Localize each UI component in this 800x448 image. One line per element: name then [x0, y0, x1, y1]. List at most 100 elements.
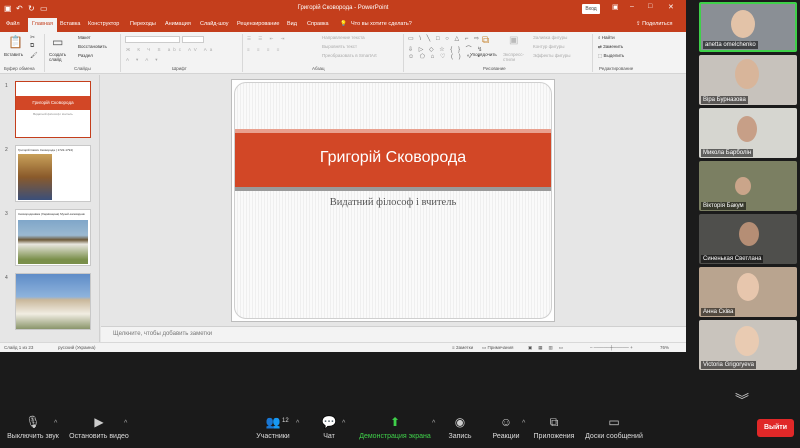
participants-button[interactable]: 👥 Участники: [248, 414, 298, 440]
participant-tile[interactable]: Віра Бурназова: [699, 55, 797, 105]
thumb-number: 2: [5, 147, 8, 153]
tab-transitions[interactable]: Переходы: [130, 21, 156, 27]
whiteboard-button[interactable]: ▭ Доски сообщений: [582, 414, 646, 440]
shape-effects-button[interactable]: Эффекты фигуры: [533, 53, 571, 58]
participant-tile[interactable]: Вікторія Бакум: [699, 161, 797, 211]
current-slide[interactable]: Григорій Сковорода Видатний філософ і вч…: [231, 79, 555, 322]
stop-video-button[interactable]: ▶ Остановить видео: [66, 414, 132, 440]
quick-styles-button[interactable]: Экспресс-стили: [503, 52, 527, 62]
language-indicator[interactable]: русский (Украина): [58, 345, 96, 350]
maximize-icon[interactable]: □: [648, 3, 652, 10]
participants-options-chevron-icon[interactable]: ^: [296, 420, 299, 427]
shape-fill-button[interactable]: Заливка фигуры: [533, 35, 567, 40]
participant-name: Віра Бурназова: [701, 96, 748, 104]
quick-styles-icon[interactable]: ▣: [509, 35, 518, 46]
mute-options-chevron-icon[interactable]: ^: [54, 420, 57, 427]
format-painter-icon[interactable]: 🖌: [30, 52, 38, 59]
list-buttons[interactable]: ☰ ☰ ⇤ ⇥: [247, 36, 287, 42]
share-screen-button[interactable]: ⬆ Демонстрация экрана: [354, 414, 436, 440]
chat-options-chevron-icon[interactable]: ^: [342, 420, 345, 427]
reactions-button[interactable]: ☺ Реакции: [488, 414, 524, 440]
arrange-icon[interactable]: ⧉: [482, 35, 489, 46]
slide-thumbnail-2[interactable]: Григорій Савич Сковорода ( 1722-1794): [15, 145, 91, 202]
slide-title[interactable]: Григорій Сковорода: [235, 149, 551, 167]
copy-icon[interactable]: ⧉: [30, 43, 34, 50]
ribbon-display-icon[interactable]: ▣: [612, 3, 619, 11]
arrange-button[interactable]: Упорядочить: [470, 52, 497, 57]
close-icon[interactable]: ✕: [668, 3, 674, 11]
align-text-button[interactable]: Выровнять текст: [322, 44, 357, 49]
select-button[interactable]: ⬚ Выделить: [598, 53, 624, 59]
shapes-gallery[interactable]: ▭ \ ╲ □ ○ △ ⌐ ⇨: [408, 35, 481, 42]
share-button[interactable]: ⇪ Поделиться: [636, 21, 673, 27]
slide-thumbnails-pane: 1 Григорій Сковорода Видатний філософ і …: [0, 75, 100, 342]
replace-button[interactable]: ⇄ Заменить: [598, 44, 623, 50]
tab-animations[interactable]: Анимация: [165, 21, 191, 27]
lightbulb-icon: 💡: [340, 21, 347, 27]
font-size-box[interactable]: [182, 36, 204, 43]
participant-tile[interactable]: Victoria Grigoryeva: [699, 320, 797, 370]
reactions-icon: ☺: [499, 415, 513, 429]
notes-pane[interactable]: Щелкните, чтобы добавить заметки: [101, 326, 686, 342]
apps-button[interactable]: ⧉ Приложения: [530, 414, 578, 440]
find-button[interactable]: ⌕ Найти: [598, 35, 615, 40]
record-button[interactable]: ◉ Запись: [444, 414, 476, 440]
mute-label: Выключить звук: [7, 433, 59, 440]
share-options-chevron-icon[interactable]: ^: [432, 420, 435, 427]
new-slide-icon[interactable]: ▭: [52, 35, 63, 49]
participant-name: anetta omelchenko: [703, 41, 758, 49]
gallery-next-chevron-icon[interactable]: ︾: [735, 390, 749, 410]
signin-button[interactable]: Вход: [582, 4, 600, 14]
view-buttons[interactable]: ▣▦▥▭: [528, 345, 569, 351]
section-button[interactable]: Раздел: [78, 53, 93, 58]
font-color-buttons[interactable]: A ▾ A ▾: [126, 57, 161, 63]
reset-button[interactable]: Восстановить: [78, 44, 107, 49]
paste-button[interactable]: Вставить: [4, 52, 23, 57]
comments-toggle[interactable]: ▭ Примечания: [482, 345, 514, 351]
participant-tile[interactable]: anetta omelchenko: [699, 2, 797, 52]
tab-home[interactable]: Главная: [28, 18, 57, 32]
font-format-buttons[interactable]: Ж К Ч S abc AV Aa: [126, 47, 215, 52]
participant-name: Вікторія Бакум: [701, 202, 746, 210]
minimize-icon[interactable]: –: [630, 3, 634, 10]
thumb-title: Григорій Сковорода: [16, 96, 90, 110]
video-options-chevron-icon[interactable]: ^: [124, 420, 127, 427]
tell-me-input[interactable]: Что вы хотите сделать?: [351, 21, 412, 27]
slide-thumbnail-3[interactable]: Сковородинівка (Харківщина) Музей-запові…: [15, 209, 91, 266]
participant-tile[interactable]: Анна Сківа: [699, 267, 797, 317]
font-name-box[interactable]: [125, 36, 180, 43]
text-direction-button[interactable]: Направление текста: [322, 35, 365, 40]
thumb-subtitle: Видатний філософ і вчитель: [33, 112, 73, 116]
tab-view[interactable]: Вид: [287, 21, 297, 27]
tab-insert[interactable]: Вставка: [60, 21, 80, 27]
tab-help[interactable]: Справка: [307, 21, 329, 27]
convert-smartart-button[interactable]: Преобразовать в SmartArt: [322, 53, 377, 58]
leave-button[interactable]: Выйти: [757, 419, 794, 437]
zoom-slider[interactable]: – ─────┼───── +: [590, 345, 633, 350]
house-photo: [16, 274, 90, 329]
reactions-options-chevron-icon[interactable]: ^: [522, 420, 525, 427]
slide-thumbnail-4[interactable]: [15, 273, 91, 330]
slide-thumbnail-1[interactable]: Григорій Сковорода Видатний філософ і вч…: [15, 81, 91, 138]
shape-outline-button[interactable]: Контур фигуры: [533, 44, 564, 49]
slide-subtitle[interactable]: Видатний філософ і вчитель: [235, 197, 551, 208]
chat-button[interactable]: 💬 Чат: [314, 414, 344, 440]
paste-icon[interactable]: 📋: [8, 35, 23, 49]
align-buttons[interactable]: ≡ ≡ ≡ ≡: [247, 47, 282, 52]
participant-tile[interactable]: Микола Барболін: [699, 108, 797, 158]
slide-editor: Григорій Сковорода Видатний філософ і вч…: [101, 75, 676, 325]
layout-button[interactable]: Макет: [78, 35, 91, 40]
participant-tile[interactable]: Синенькая Светлана: [699, 214, 797, 264]
tab-design[interactable]: Конструктор: [88, 21, 119, 27]
tab-review[interactable]: Рецензирование: [237, 21, 279, 27]
notes-toggle[interactable]: ≡ Заметки: [452, 345, 473, 350]
new-slide-button[interactable]: Создать слайд: [49, 52, 73, 62]
cut-icon[interactable]: ✂: [30, 34, 35, 41]
mute-button[interactable]: 🎙 Выключить звук: [4, 414, 62, 440]
tab-slideshow[interactable]: Слайд-шоу: [200, 21, 229, 27]
participant-name: Анна Сківа: [701, 308, 736, 316]
tab-file[interactable]: Файл: [6, 21, 20, 27]
vertical-scrollbar[interactable]: [676, 75, 686, 325]
zoom-level[interactable]: 76%: [660, 345, 669, 350]
ribbon-divider: [242, 34, 243, 72]
